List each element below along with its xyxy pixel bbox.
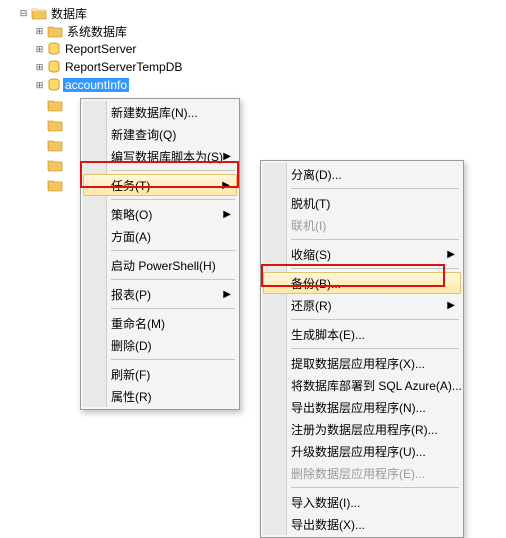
menu-item-label: 删除(D): [111, 337, 152, 354]
menu-separator: [111, 279, 235, 280]
menu-item[interactable]: 属性(R): [83, 385, 237, 407]
tree-label: 数据库: [49, 5, 89, 22]
menu-item-label: 报表(P): [111, 286, 151, 303]
tree-label: 系统数据库: [65, 23, 129, 40]
menu-item-label: 启动 PowerShell(H): [111, 257, 216, 274]
menu-item: 删除数据层应用程序(E)...: [263, 462, 461, 484]
menu-item[interactable]: 启动 PowerShell(H): [83, 254, 237, 276]
menu-item[interactable]: 导出数据层应用程序(N)...: [263, 396, 461, 418]
context-menu-database[interactable]: 新建数据库(N)...新建查询(Q)编写数据库脚本为(S)▶任务(T)▶策略(O…: [80, 98, 240, 410]
menu-item-label: 编写数据库脚本为(S): [111, 148, 223, 165]
expand-icon[interactable]: ⊞: [34, 80, 45, 91]
menu-item-label: 收缩(S): [291, 246, 331, 263]
menu-item[interactable]: 任务(T) ▶: [83, 174, 237, 196]
menu-item-label: 方面(A): [111, 228, 151, 245]
database-icon: [47, 78, 61, 92]
expand-icon[interactable]: ⊞: [34, 26, 45, 37]
menu-separator: [291, 188, 459, 189]
submenu-arrow-icon: ▶: [447, 249, 455, 260]
menu-item[interactable]: 脱机(T): [263, 192, 461, 214]
menu-item-label: 导入数据(I)...: [291, 494, 360, 511]
menu-item[interactable]: 还原(R) ▶: [263, 294, 461, 316]
menu-item-label: 重命名(M): [111, 315, 165, 332]
tree-node-system-db[interactable]: ⊞ 系统数据库: [18, 22, 506, 40]
expand-icon[interactable]: ⊞: [34, 62, 45, 73]
menu-item-label: 脱机(T): [291, 195, 330, 212]
menu-item-label: 注册为数据层应用程序(R)...: [291, 421, 438, 438]
menu-item[interactable]: 分离(D)...: [263, 163, 461, 185]
submenu-arrow-icon: ▶: [223, 289, 231, 300]
folder-icon: [47, 24, 63, 38]
menu-item-label: 导出数据层应用程序(N)...: [291, 399, 426, 416]
menu-item-label: 分离(D)...: [291, 166, 342, 183]
tree-node-reportservertempdb[interactable]: ⊞ ReportServerTempDB: [18, 58, 506, 76]
menu-item-label: 提取数据层应用程序(X)...: [291, 355, 425, 372]
folder-icon: [47, 158, 63, 172]
menu-item-label: 导出数据(X)...: [291, 516, 365, 533]
menu-item-label: 还原(R): [291, 297, 332, 314]
menu-item[interactable]: 新建查询(Q): [83, 123, 237, 145]
menu-item-label: 生成脚本(E)...: [291, 326, 365, 343]
menu-item-label: 删除数据层应用程序(E)...: [291, 465, 425, 482]
menu-separator: [291, 348, 459, 349]
tree-label-selected: accountInfo: [63, 78, 129, 92]
menu-item[interactable]: 刷新(F): [83, 363, 237, 385]
tree-node-selected-db[interactable]: ⊞ accountInfo: [18, 76, 506, 94]
menu-separator: [111, 199, 235, 200]
folder-icon: [47, 138, 63, 152]
menu-separator: [291, 268, 459, 269]
menu-item-label: 升级数据层应用程序(U)...: [291, 443, 426, 460]
folder-icon: [47, 118, 63, 132]
folder-icon: [47, 98, 63, 112]
menu-item[interactable]: 提取数据层应用程序(X)...: [263, 352, 461, 374]
menu-item[interactable]: 导出数据(X)...: [263, 513, 461, 535]
submenu-arrow-icon: ▶: [223, 209, 231, 220]
tree-node-databases[interactable]: ⊟ 数据库: [18, 4, 506, 22]
menu-item-label: 备份(B)...: [291, 275, 341, 292]
menu-item: 联机(I): [263, 214, 461, 236]
tree-label: ReportServer: [63, 42, 138, 56]
context-submenu-tasks[interactable]: 分离(D)... 脱机(T) 联机(I) 收缩(S) ▶ 备份(B)... 还原(R) ▶ 生成…: [260, 160, 464, 538]
menu-item-label: 新建查询(Q): [111, 126, 176, 143]
menu-item[interactable]: 新建数据库(N)...: [83, 101, 237, 123]
submenu-arrow-icon: ▶: [447, 300, 455, 311]
menu-item-label: 联机(I): [291, 217, 326, 234]
menu-separator: [111, 359, 235, 360]
menu-item[interactable]: 重命名(M): [83, 312, 237, 334]
menu-item[interactable]: 注册为数据层应用程序(R)...: [263, 418, 461, 440]
database-icon: [47, 42, 61, 56]
menu-separator: [111, 308, 235, 309]
tree-label: ReportServerTempDB: [63, 60, 184, 74]
menu-item-label: 任务(T): [111, 177, 150, 194]
folder-icon: [31, 6, 47, 20]
menu-item-label: 属性(R): [111, 388, 152, 405]
menu-separator: [111, 170, 235, 171]
submenu-arrow-icon: ▶: [223, 151, 231, 162]
menu-item-label: 新建数据库(N)...: [111, 104, 198, 121]
collapse-icon[interactable]: ⊟: [18, 8, 29, 19]
database-icon: [47, 60, 61, 74]
menu-item[interactable]: 导入数据(I)...: [263, 491, 461, 513]
menu-item-label: 策略(O): [111, 206, 152, 223]
menu-item[interactable]: 收缩(S) ▶: [263, 243, 461, 265]
menu-item[interactable]: 将数据库部署到 SQL Azure(A)...: [263, 374, 461, 396]
menu-item[interactable]: 方面(A): [83, 225, 237, 247]
submenu-arrow-icon: ▶: [222, 180, 230, 191]
menu-item-label: 刷新(F): [111, 366, 150, 383]
menu-separator: [111, 250, 235, 251]
menu-item[interactable]: 策略(O) ▶: [83, 203, 237, 225]
menu-separator: [291, 239, 459, 240]
menu-separator: [291, 319, 459, 320]
menu-item[interactable]: 升级数据层应用程序(U)...: [263, 440, 461, 462]
menu-item-label: 将数据库部署到 SQL Azure(A)...: [291, 377, 462, 394]
folder-icon: [47, 178, 63, 192]
expand-icon[interactable]: ⊞: [34, 44, 45, 55]
menu-item[interactable]: 删除(D): [83, 334, 237, 356]
menu-item[interactable]: 报表(P) ▶: [83, 283, 237, 305]
menu-item[interactable]: 备份(B)...: [263, 272, 461, 294]
menu-separator: [291, 487, 459, 488]
tree-node-reportserver[interactable]: ⊞ ReportServer: [18, 40, 506, 58]
menu-item[interactable]: 生成脚本(E)...: [263, 323, 461, 345]
menu-item[interactable]: 编写数据库脚本为(S)▶: [83, 145, 237, 167]
